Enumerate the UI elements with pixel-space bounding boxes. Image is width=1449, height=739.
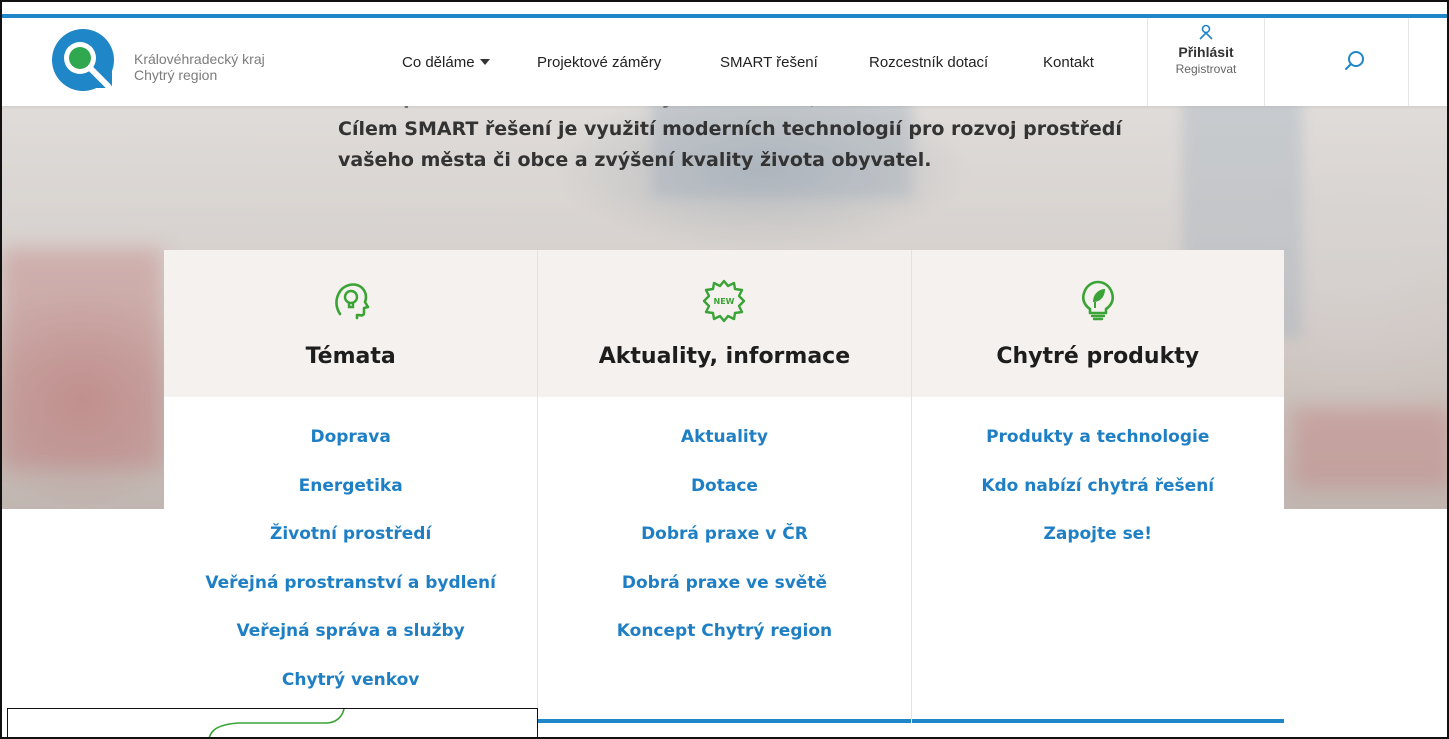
card-header: Témata: [164, 250, 538, 397]
link-aktuality[interactable]: Aktuality: [681, 427, 768, 447]
list-item: Aktuality: [538, 427, 910, 476]
link-koncept-chytry-region[interactable]: Koncept Chytrý region: [617, 621, 832, 641]
nav-co-delame-label: Co děláme: [402, 54, 475, 71]
card-links: Aktuality Dotace Dobrá praxe v ČR Dobrá …: [538, 397, 910, 670]
category-cards: Témata Doprava Energetika Životní prostř…: [164, 250, 1285, 723]
card-aktuality: NEW Aktuality, informace Aktuality Dotac…: [537, 250, 911, 723]
nav-rozcestnik-dotaci[interactable]: Rozcestník dotací: [869, 54, 988, 71]
lightbulb-leaf-icon: [1081, 280, 1114, 321]
new-badge-icon: NEW: [703, 279, 746, 323]
card-header: NEW Aktuality, informace: [538, 250, 911, 397]
card-links: Doprava Energetika Životní prostředí Veř…: [164, 397, 537, 718]
header-divider: [1147, 18, 1148, 106]
site-header: Královéhradecký kraj Chytrý region Co dě…: [2, 18, 1447, 106]
link-dobra-praxe-cr[interactable]: Dobrá praxe v ČR: [641, 524, 808, 544]
search-icon: [1345, 51, 1364, 70]
link-chytry-venkov[interactable]: Chytrý venkov: [282, 670, 420, 690]
card-temata: Témata Doprava Energetika Životní prostř…: [164, 250, 538, 720]
top-accent-line: [0, 14, 1449, 18]
nav-smart-reseni[interactable]: SMART řešení: [720, 54, 818, 71]
link-kdo-nabizi[interactable]: Kdo nabízí chytrá řešení: [981, 476, 1214, 496]
nav-co-delame[interactable]: Co děláme: [402, 54, 490, 71]
list-item: Veřejná prostranství a bydlení: [164, 573, 537, 622]
user-icon: [1199, 24, 1213, 40]
list-item: Kdo nabízí chytrá řešení: [912, 476, 1284, 525]
nav-projektove-zamery[interactable]: Projektové záměry: [537, 54, 661, 71]
link-doprava[interactable]: Doprava: [310, 427, 390, 447]
search-button[interactable]: [1342, 48, 1368, 74]
link-energetika[interactable]: Energetika: [299, 476, 403, 496]
brand-line-1: Královéhradecký kraj: [134, 51, 265, 67]
list-item: Doprava: [164, 427, 537, 476]
list-item: Produkty a technologie: [912, 427, 1284, 476]
brand-name[interactable]: Královéhradecký kraj Chytrý region: [134, 51, 265, 83]
site-logo[interactable]: [50, 28, 116, 92]
list-item: Dobrá praxe v ČR: [538, 524, 910, 573]
link-verejna-sprava[interactable]: Veřejná správa a služby: [237, 621, 465, 641]
card-title: Aktuality, informace: [598, 344, 851, 369]
header-divider: [1264, 18, 1265, 106]
list-item: Dotace: [538, 476, 910, 525]
overlay-popup[interactable]: [7, 708, 538, 739]
list-item: Dobrá praxe ve světě: [538, 573, 910, 622]
link-dobra-praxe-svet[interactable]: Dobrá praxe ve světě: [622, 573, 827, 593]
card-title: Témata: [305, 344, 396, 369]
new-badge-text: NEW: [714, 297, 735, 306]
brand-line-2: Chytrý region: [134, 67, 218, 83]
list-item: Veřejná správa a služby: [164, 621, 537, 670]
link-zivotni-prostredi[interactable]: Životní prostředí: [270, 524, 431, 544]
list-item: Životní prostředí: [164, 524, 537, 573]
card-title: Chytré produkty: [996, 344, 1200, 369]
link-zapojte-se[interactable]: Zapojte se!: [1044, 524, 1152, 544]
register-label[interactable]: Registrovat: [1152, 62, 1260, 76]
login-button[interactable]: Přihlásit Registrovat: [1152, 24, 1260, 76]
link-produkty-technologie[interactable]: Produkty a technologie: [986, 427, 1209, 447]
link-verejna-prostranstvi[interactable]: Veřejná prostranství a bydlení: [205, 573, 496, 593]
login-label: Přihlásit: [1178, 44, 1234, 60]
nav-kontakt[interactable]: Kontakt: [1043, 54, 1094, 71]
card-links: Produkty a technologie Kdo nabízí chytrá…: [912, 397, 1284, 573]
intro-paragraph: Cílem SMART řešení je využití moderních …: [338, 118, 1122, 171]
list-item: Zapojte se!: [912, 524, 1284, 573]
caret-down-icon: [479, 59, 490, 65]
head-bulb-icon: [334, 283, 369, 320]
card-chytre-produkty: Chytré produkty Produkty a technologie K…: [910, 250, 1285, 723]
decorative-line-icon: [208, 709, 345, 739]
list-item: Koncept Chytrý region: [538, 621, 910, 670]
header-divider: [1408, 18, 1409, 106]
card-header: Chytré produkty: [911, 250, 1284, 397]
magnifier-logo-icon: [52, 29, 114, 91]
link-dotace[interactable]: Dotace: [691, 476, 758, 496]
list-item: Energetika: [164, 476, 537, 525]
